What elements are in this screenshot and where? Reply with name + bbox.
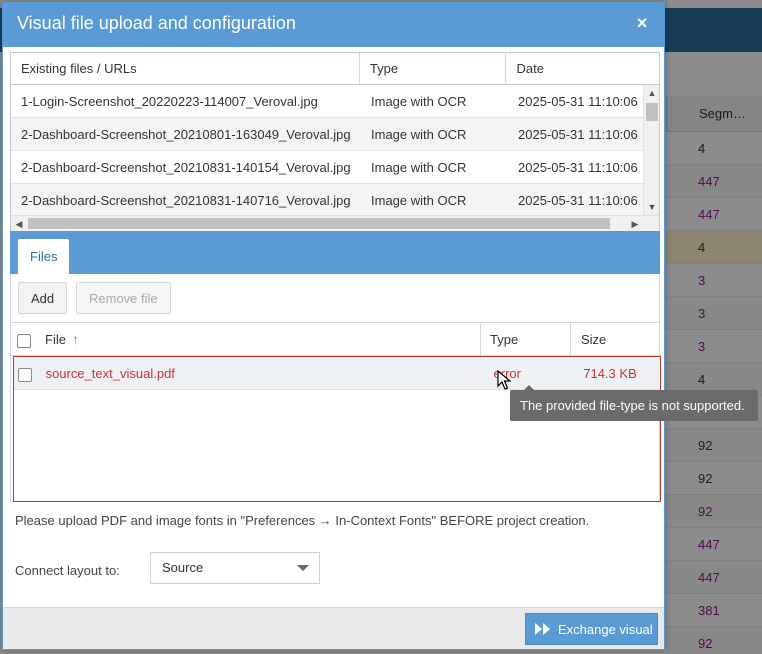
file-name: 2-Dashboard-Screenshot_20210831-140154_V… [21,160,351,175]
column-header-file-type[interactable]: Type [481,323,571,355]
file-name: 1-Login-Screenshot_20220223-114007_Verov… [21,94,318,109]
mouse-cursor-icon [497,370,511,390]
file-size: 714.3 KB [583,366,637,381]
file-date: 2025-05-31 11:10:06 [518,193,638,208]
font-upload-note: Please upload PDF and image fonts in "Pr… [15,513,590,528]
files-toolbar: Add Remove file [10,274,660,322]
add-button[interactable]: Add [18,282,68,314]
tab-files[interactable]: Files [18,239,70,274]
column-header-file[interactable]: File ↑ [45,323,481,355]
select-all-checkbox[interactable] [17,333,31,348]
files-tabstrip: Files [10,231,660,274]
horizontal-scroll-thumb[interactable] [28,218,610,229]
column-header-type[interactable]: Type [360,53,507,84]
row-checkbox[interactable] [18,367,32,382]
scroll-left-icon[interactable]: ◀ [11,216,27,231]
file-type: Image with OCR [371,160,467,175]
fast-forward-icon [535,623,550,635]
scroll-right-icon[interactable]: ▶ [627,216,643,231]
table-row[interactable]: 2-Dashboard-Screenshot_20210831-140716_V… [11,184,659,217]
file-type: Image with OCR [371,94,467,109]
existing-files-header: Existing files / URLs Type Date [11,53,659,85]
files-table-header: File ↑ Type Size [11,323,659,356]
close-icon[interactable]: × [632,13,652,33]
chevron-down-icon [297,565,309,571]
file-type: Image with OCR [371,193,467,208]
dialog-footer: Exchange visual [3,607,664,649]
column-header-date[interactable]: Date [506,53,659,84]
file-name: 2-Dashboard-Screenshot_20210831-140716_V… [21,193,351,208]
connect-layout-label: Connect layout to: [15,563,120,578]
remove-file-button[interactable]: Remove file [76,282,171,314]
sort-ascending-icon: ↑ [71,331,79,347]
file-column-label: File [45,332,66,347]
dialog-header: Visual file upload and configuration × [3,3,664,47]
exchange-visual-button[interactable]: Exchange visual [525,613,658,645]
file-date: 2025-05-31 11:10:06 [518,160,638,175]
select-value: Source [162,560,204,575]
connect-layout-select[interactable]: Source [150,552,320,584]
scroll-down-icon[interactable]: ▼ [644,199,659,215]
table-row[interactable]: 1-Login-Screenshot_20220223-114007_Verov… [11,85,659,118]
file-date: 2025-05-31 11:10:06 [518,127,638,142]
table-row[interactable]: 2-Dashboard-Screenshot_20210801-163049_V… [11,118,659,151]
upload-dialog: Visual file upload and configuration × E… [2,2,758,650]
error-tooltip: The provided file-type is not supported. [510,385,758,421]
scroll-thumb[interactable] [646,103,658,121]
scroll-up-icon[interactable]: ▲ [644,85,659,101]
exchange-visual-label: Exchange visual [558,622,653,637]
table-row[interactable]: 2-Dashboard-Screenshot_20210831-140154_V… [11,151,659,184]
horizontal-scrollbar[interactable]: ◀ ▶ [11,215,659,231]
file-name: 2-Dashboard-Screenshot_20210801-163049_V… [21,127,351,142]
error-highlight: source_text_visual.pdf error 714.3 KB [13,356,661,502]
file-type: Image with OCR [371,127,467,142]
column-header-name[interactable]: Existing files / URLs [11,53,360,84]
vertical-scrollbar[interactable]: ▲ ▼ [643,85,659,215]
existing-files-table: Existing files / URLs Type Date 1-Login-… [10,52,660,232]
table-row[interactable]: source_text_visual.pdf error 714.3 KB [14,357,660,390]
file-date: 2025-05-31 11:10:06 [518,94,638,109]
dialog-title: Visual file upload and configuration [17,13,296,33]
column-header-size[interactable]: Size [571,323,659,355]
file-name: source_text_visual.pdf [45,366,175,381]
